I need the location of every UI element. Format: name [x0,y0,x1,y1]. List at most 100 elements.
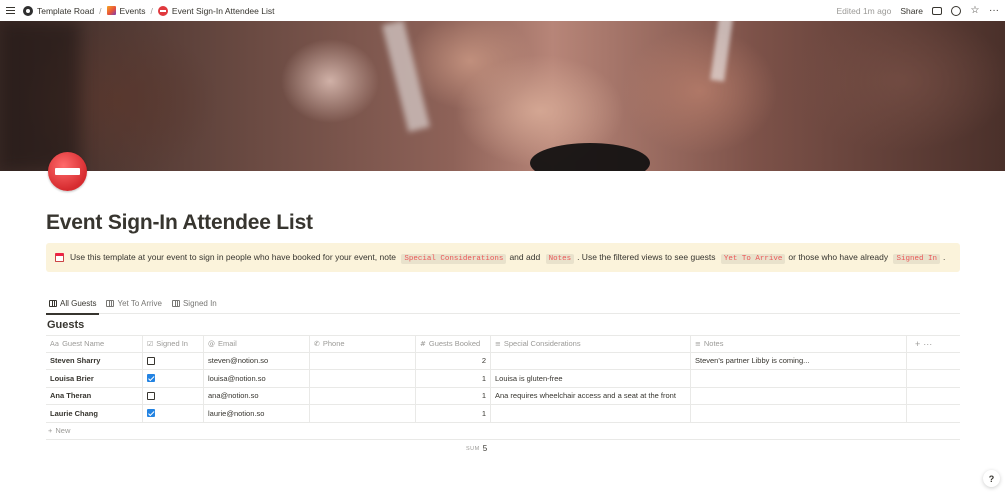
column-actions: + ··· [907,336,960,352]
table-view-icon [171,300,180,307]
email-cell[interactable]: laurie@notion.so [204,405,310,422]
workspace-icon [23,5,33,16]
breadcrumb-item-current-page[interactable]: Event Sign-In Attendee List [155,5,278,16]
special-considerations-cell[interactable]: Ana requires wheelchair access and a sea… [491,387,691,404]
column-header-guest-name[interactable]: Aa Guest Name [46,336,143,352]
table-row[interactable]: Louisa Brier louisa@notion.so 1 Louisa i… [46,370,960,388]
text-lines-property-icon: ≡ [495,339,501,348]
edited-timestamp: Edited 1m ago [836,5,892,16]
signed-in-checkbox[interactable] [147,409,155,418]
callout-text-part: and add [509,252,541,262]
table-view-icon [49,300,57,307]
email-cell[interactable]: ana@notion.so [204,387,310,404]
special-considerations-cell[interactable] [491,405,691,422]
phone-cell[interactable] [310,352,416,369]
breadcrumb-label: Template Road [37,5,95,16]
guest-name-cell[interactable]: Laurie Chang [46,405,143,422]
tab-all-guests[interactable]: All Guests [46,294,100,315]
notes-cell[interactable] [691,405,907,422]
sum-label: SUM [466,445,480,452]
email-property-icon: @ [208,339,215,348]
events-emoji-icon [106,6,116,15]
column-label: Notes [703,339,724,349]
phone-cell[interactable] [310,387,416,404]
breadcrumb-item-template-road[interactable]: Template Road [20,5,97,16]
guest-name-cell[interactable]: Ana Theran [46,387,143,404]
breadcrumb: Template Road / Events / Event Sign-In A… [20,5,278,16]
add-column-icon[interactable]: + [915,339,920,349]
column-label: Phone [322,339,345,349]
callout-block[interactable]: Use this template at your event to sign … [46,243,960,272]
callout-text-part: . Use the filtered views to see guests [577,252,716,262]
special-considerations-cell[interactable] [491,352,691,369]
more-options-icon[interactable]: ··· [989,5,999,16]
new-row-label: New [55,426,71,436]
column-header-notes[interactable]: ≡ Notes [691,336,907,352]
guest-name-cell[interactable]: Steven Sharry [46,352,143,369]
guests-table: Aa Guest Name ☑ Signed In @ Email ✆ Phone # G… [46,335,960,440]
inline-code: Special Considerations [401,254,507,264]
comments-icon[interactable] [932,6,942,16]
calculation-sum[interactable]: SUM 5 [466,444,487,453]
column-header-special-considerations[interactable]: ≡ Special Considerations [491,336,691,352]
signed-in-checkbox[interactable] [147,391,155,400]
special-considerations-cell[interactable]: Louisa is gluten-free [491,370,691,387]
guests-booked-cell[interactable]: 1 [416,405,491,422]
new-row-button[interactable]: + New [46,423,960,440]
signed-in-cell [143,352,204,369]
column-label: Email [218,339,237,349]
menu-icon[interactable] [2,0,18,21]
phone-cell[interactable] [310,370,416,387]
column-header-guests-booked[interactable]: # Guests Booked [416,336,491,352]
tab-yet-to-arrive[interactable]: Yet To Arrive [103,294,164,314]
more-options-icon[interactable]: ··· [923,339,932,349]
callout-text: Use this template at your event to sign … [70,252,946,264]
inline-code: Signed In [893,254,940,264]
column-header-signed-in[interactable]: ☑ Signed In [143,336,204,352]
help-button[interactable]: ? [983,470,1000,487]
table-view-icon [106,300,115,307]
guests-booked-cell[interactable]: 2 [416,352,491,369]
column-header-email[interactable]: @ Email [204,336,310,352]
page-cover-image [0,21,1005,171]
table-row[interactable]: Laurie Chang laurie@notion.so 1 [46,405,960,423]
signed-in-checkbox[interactable] [147,356,155,365]
calendar-icon [55,253,64,262]
signed-in-checkbox[interactable] [147,374,155,383]
email-cell[interactable]: steven@notion.so [204,352,310,369]
phone-cell[interactable] [310,405,416,422]
tab-label: Signed In [182,299,217,308]
notes-cell[interactable]: Steven's partner Libby is coming... [691,352,907,369]
table-row[interactable]: Steven Sharry steven@notion.so 2 Steven'… [46,352,960,370]
empty-cell [907,388,960,405]
updates-clock-icon[interactable] [951,5,961,16]
table-header-row: Aa Guest Name ☑ Signed In @ Email ✆ Phone # G… [46,335,960,353]
column-header-phone[interactable]: ✆ Phone [310,336,416,352]
favorite-star-icon[interactable]: ☆ [970,5,980,16]
email-cell[interactable]: louisa@notion.so [204,370,310,387]
guest-name-cell[interactable]: Louisa Brier [46,370,143,387]
sum-value: 5 [482,444,488,453]
empty-cell [907,405,960,422]
table-row[interactable]: Ana Theran ana@notion.so 1 Ana requires … [46,387,960,405]
tab-label: All Guests [60,299,97,308]
share-button[interactable]: Share [900,6,923,16]
notes-cell[interactable] [691,370,907,387]
empty-cell [907,370,960,387]
guests-booked-cell[interactable]: 1 [416,370,491,387]
database-title[interactable]: Guests [47,319,84,331]
callout-text-part: . [943,252,946,262]
signed-in-cell [143,405,204,422]
breadcrumb-label: Events [119,5,146,16]
tab-label: Yet To Arrive [117,299,162,308]
tab-signed-in[interactable]: Signed In [169,294,220,314]
notes-cell[interactable] [691,387,907,404]
page-title[interactable]: Event Sign-In Attendee List [46,211,313,235]
breadcrumb-item-events[interactable]: Events [104,6,149,16]
no-entry-icon [157,5,168,16]
signed-in-cell [143,370,204,387]
no-entry-icon[interactable] [48,152,87,191]
guests-booked-cell[interactable]: 1 [416,387,491,404]
column-label: Guests Booked [428,339,481,349]
signed-in-cell [143,387,204,404]
